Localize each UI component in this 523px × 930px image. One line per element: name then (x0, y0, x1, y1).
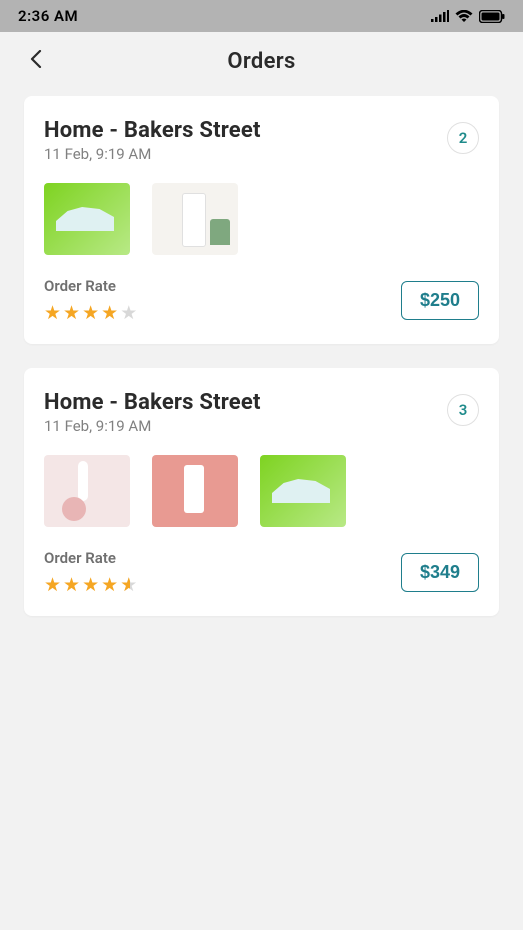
order-thumbnails (44, 183, 479, 255)
star-icon: ★ (82, 301, 101, 324)
star-icon: ★ (82, 573, 101, 596)
star-icon: ★ (44, 301, 63, 324)
order-card[interactable]: Home - Bakers Street 11 Feb, 9:19 AM 2 O… (24, 96, 499, 344)
order-card[interactable]: Home - Bakers Street 11 Feb, 9:19 AM 3 O… (24, 368, 499, 616)
star-icon: ★ (101, 301, 120, 324)
order-address: Home - Bakers Street (44, 390, 261, 415)
order-datetime: 11 Feb, 9:19 AM (44, 417, 261, 435)
star-icon: ★ (63, 301, 82, 324)
star-icon: ★ (44, 573, 63, 596)
product-thumbnail[interactable] (152, 455, 238, 527)
header: Orders (0, 32, 523, 90)
signal-icon (431, 10, 449, 22)
order-thumbnails (44, 455, 479, 527)
order-count-badge: 3 (447, 394, 479, 426)
order-rating: ★★★★★ (44, 573, 139, 596)
star-empty-icon: ★ (120, 301, 139, 324)
chevron-left-icon (30, 50, 42, 68)
wifi-icon (455, 10, 473, 23)
star-icon: ★ (63, 573, 82, 596)
product-thumbnail[interactable] (260, 455, 346, 527)
order-datetime: 11 Feb, 9:19 AM (44, 145, 261, 163)
order-rate-label: Order Rate (44, 277, 139, 295)
orders-list: Home - Bakers Street 11 Feb, 9:19 AM 2 O… (0, 90, 523, 646)
status-icons (431, 10, 505, 23)
product-thumbnail[interactable] (152, 183, 238, 255)
status-bar: 2:36 AM (0, 0, 523, 32)
star-icon: ★ (101, 573, 120, 596)
page-title: Orders (227, 49, 295, 74)
status-time: 2:36 AM (18, 7, 78, 25)
order-rating: ★★★★★ (44, 301, 139, 324)
product-thumbnail[interactable] (44, 455, 130, 527)
order-count-badge: 2 (447, 122, 479, 154)
back-button[interactable] (22, 40, 50, 82)
order-price-button[interactable]: $349 (401, 553, 479, 592)
product-thumbnail[interactable] (44, 183, 130, 255)
order-rate-label: Order Rate (44, 549, 139, 567)
order-address: Home - Bakers Street (44, 118, 261, 143)
battery-icon (479, 10, 505, 23)
order-price-button[interactable]: $250 (401, 281, 479, 320)
star-half-icon: ★ (120, 573, 139, 596)
